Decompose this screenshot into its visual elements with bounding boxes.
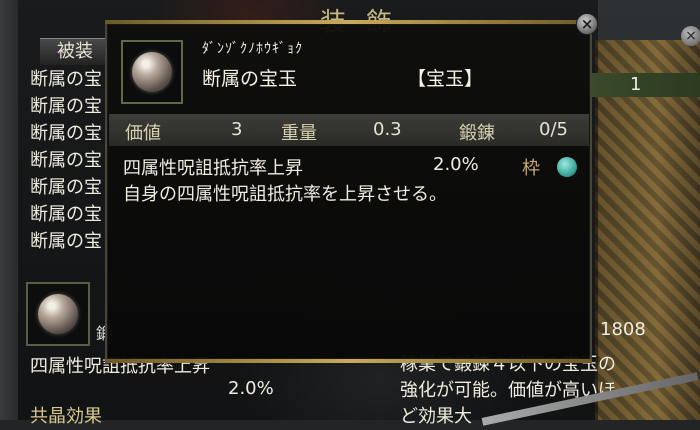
item-category: 【宝玉】 — [407, 68, 484, 90]
stats-bar — [109, 114, 589, 146]
list-item[interactable]: 断属の宝 — [30, 174, 102, 201]
forge-label: 鍛錬 — [459, 123, 495, 144]
item-tooltip: ﾀﾞﾝｿﾞｸﾉﾎｳｷﾞｮｸ 断属の宝玉 【宝玉】 価値 3 重量 0.3 鍛錬 … — [105, 20, 592, 363]
orb-gem-icon — [132, 52, 172, 92]
selected-item-icon — [26, 282, 90, 346]
detail-effect-value: 2.0% — [228, 378, 274, 399]
effect-text: 四属性呪詛抵抗率上昇 — [123, 158, 303, 179]
item-list: 断属の宝 断属の宝 断属の宝 断属の宝 断属の宝 断属の宝 断属の宝 — [30, 66, 102, 255]
orb-gem-icon — [38, 294, 78, 334]
value-number: 3 — [231, 119, 243, 140]
weight-number: 0.3 — [373, 119, 402, 140]
list-item[interactable]: 断属の宝 — [30, 201, 102, 228]
joint-effect-heading: 共晶効果 — [30, 406, 102, 427]
tab-equipped[interactable]: 被装 — [40, 38, 110, 65]
tooltip-close-button[interactable]: × — [576, 13, 598, 35]
selected-row-highlight — [590, 73, 700, 97]
effect-value: 2.0% — [433, 154, 479, 175]
weight-label: 重量 — [281, 123, 317, 144]
item-description: 自身の四属性呪詛抵抗率を上昇させる。 — [123, 184, 447, 205]
value-label: 価値 — [125, 123, 161, 144]
item-icon-frame — [121, 40, 183, 104]
background-pillar — [0, 0, 18, 420]
forge-number: 0/5 — [539, 119, 568, 140]
list-item[interactable]: 断属の宝 — [30, 66, 102, 93]
item-reading: ﾀﾞﾝｿﾞｸﾉﾎｳｷﾞｮｸ — [202, 41, 303, 57]
list-item[interactable]: 断属の宝 — [30, 228, 102, 255]
window-close-button[interactable]: × — [681, 26, 700, 46]
list-item[interactable]: 断属の宝 — [30, 147, 102, 174]
item-count: 1 — [630, 74, 642, 95]
item-name: 断属の宝玉 — [202, 68, 298, 90]
slot-label: 枠 — [522, 158, 540, 179]
list-item[interactable]: 断属の宝 — [30, 120, 102, 147]
slot-gem-icon — [557, 157, 577, 177]
money-value: 1808 — [600, 319, 646, 340]
list-item[interactable]: 断属の宝 — [30, 93, 102, 120]
